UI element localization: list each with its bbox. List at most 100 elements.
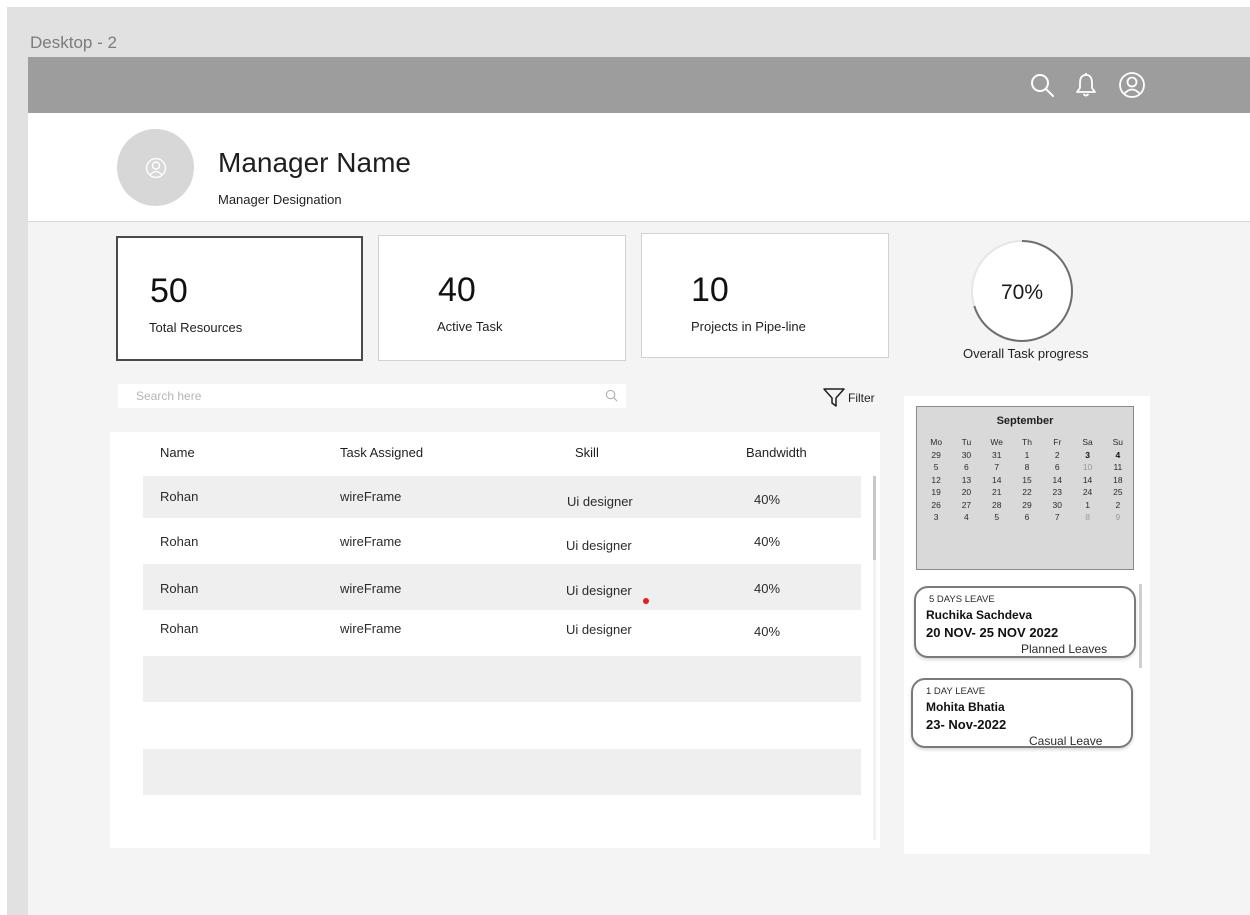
calendar-day[interactable]: 23 — [1042, 487, 1072, 499]
table-scrollbar-thumb[interactable] — [873, 476, 876, 560]
cell-skill: Ui designer — [566, 622, 632, 637]
search-bar — [118, 384, 626, 408]
progress-label: Overall Task progress — [963, 346, 1089, 361]
calendar-day[interactable]: 3 — [1072, 450, 1102, 462]
calendar-day[interactable]: 12 — [921, 475, 951, 487]
search-icon[interactable] — [605, 389, 618, 402]
weekday-label: Sa — [1082, 437, 1093, 447]
calendar-day[interactable]: 11 — [1103, 462, 1133, 474]
weekday-label: Th — [1022, 437, 1032, 447]
progress-value: 70% — [1001, 281, 1043, 304]
cell-name: Rohan — [160, 534, 199, 549]
calendar-day[interactable]: 6 — [1042, 462, 1072, 474]
calendar-day[interactable]: 6 — [1012, 512, 1042, 524]
calendar-day[interactable]: 20 — [951, 487, 981, 499]
header-name: Name — [160, 445, 195, 460]
calendar-day[interactable]: 27 — [951, 500, 981, 512]
calendar-day[interactable]: 1 — [1072, 500, 1102, 512]
leave-type: 1 DAY LEAVE — [926, 686, 986, 697]
avatar[interactable] — [117, 129, 194, 206]
calendar-day[interactable]: 24 — [1072, 487, 1102, 499]
cell-skill: Ui designer — [566, 538, 632, 553]
stat-card-total-resources[interactable]: 50 Total Resources — [116, 236, 363, 361]
calendar-day[interactable]: 2 — [1103, 500, 1133, 512]
calendar-day[interactable]: 8 — [1012, 462, 1042, 474]
filter-label: Filter — [848, 391, 875, 405]
cell-name: Rohan — [160, 489, 199, 504]
calendar-day[interactable]: 29 — [921, 450, 951, 462]
calendar-day[interactable]: 22 — [1012, 487, 1042, 499]
filter-button[interactable]: Filter — [823, 388, 875, 408]
cell-skill: Ui designer — [566, 583, 632, 598]
stat-label: Total Resources — [149, 320, 243, 335]
calendar-day[interactable]: 13 — [951, 475, 981, 487]
filter-icon — [823, 388, 845, 407]
leave-dates: 23- Nov-2022 — [926, 717, 1007, 732]
stat-value: 50 — [150, 272, 188, 310]
cell-task: wireFrame — [340, 621, 402, 636]
stat-value: 10 — [691, 271, 729, 309]
leave-dates: 20 NOV- 25 NOV 2022 — [926, 625, 1059, 640]
calendar-day[interactable]: 2 — [1042, 450, 1072, 462]
weekday-label: Mo — [930, 437, 943, 447]
calendar-day[interactable]: 14 — [1042, 475, 1072, 487]
cell-bandwidth: 40% — [754, 534, 781, 549]
calendar-day[interactable]: 4 — [951, 512, 981, 524]
weekday-label: Fr — [1053, 437, 1062, 447]
leave-card[interactable]: 5 DAYS LEAVE Ruchika Sachdeva 20 NOV- 25… — [914, 586, 1136, 658]
user-icon[interactable] — [1116, 69, 1148, 101]
leave-type: 5 DAYS LEAVE — [929, 594, 995, 605]
stat-label: Projects in Pipe-line — [691, 319, 806, 334]
calendar-grid: Mo Tu We Th Fr Sa Su 29 30 31 1 2 3 4 5 … — [921, 437, 1133, 524]
calendar-day[interactable]: 31 — [982, 450, 1012, 462]
leave-list-scrollbar[interactable] — [1139, 584, 1142, 668]
cell-task: wireFrame — [340, 581, 402, 596]
calendar-day[interactable]: 7 — [1042, 512, 1072, 524]
task-progress-ring: 70% — [971, 240, 1073, 342]
stat-value: 40 — [438, 271, 476, 309]
calendar-day[interactable]: 5 — [982, 512, 1012, 524]
calendar-day[interactable]: 21 — [982, 487, 1012, 499]
calendar-day[interactable]: 30 — [951, 450, 981, 462]
header-skill: Skill — [575, 445, 599, 460]
table-row-empty — [143, 749, 861, 795]
calendar-month: September — [996, 415, 1054, 427]
calendar-day[interactable]: 26 — [921, 500, 951, 512]
calendar-day[interactable]: 15 — [1012, 475, 1042, 487]
calendar-day[interactable]: 6 — [951, 462, 981, 474]
calendar: September Mo Tu We Th Fr Sa Su 29 30 31 … — [916, 406, 1134, 570]
calendar-day[interactable]: 9 — [1103, 512, 1133, 524]
calendar-day[interactable]: 7 — [982, 462, 1012, 474]
stat-card-active-task[interactable]: 40 Active Task — [378, 235, 626, 361]
header-task-assigned: Task Assigned — [340, 445, 424, 460]
leave-category: Planned Leaves — [1021, 642, 1108, 656]
cell-task: wireFrame — [340, 534, 402, 549]
calendar-day[interactable]: 14 — [982, 475, 1012, 487]
calendar-day[interactable]: 4 — [1103, 450, 1133, 462]
calendar-day[interactable]: 29 — [1012, 500, 1042, 512]
calendar-day[interactable]: 19 — [921, 487, 951, 499]
frame-label: Desktop - 2 — [30, 33, 117, 52]
weekday-label: Su — [1112, 437, 1124, 447]
calendar-day[interactable]: 18 — [1103, 475, 1133, 487]
calendar-day[interactable]: 1 — [1012, 450, 1042, 462]
calendar-day[interactable]: 28 — [982, 500, 1012, 512]
calendar-day[interactable]: 5 — [921, 462, 951, 474]
leave-card[interactable]: 1 DAY LEAVE Mohita Bhatia 23- Nov-2022 C… — [911, 678, 1133, 748]
calendar-day[interactable]: 14 — [1072, 475, 1102, 487]
cell-bandwidth: 40% — [754, 581, 781, 596]
calendar-day[interactable]: 10 — [1072, 462, 1102, 474]
calendar-day[interactable]: 3 — [921, 512, 951, 524]
stat-card-projects-pipeline[interactable]: 10 Projects in Pipe-line — [641, 233, 889, 358]
cell-name: Rohan — [160, 581, 199, 596]
bell-icon[interactable] — [1070, 69, 1102, 101]
search-icon[interactable] — [1026, 69, 1058, 101]
leave-employee-name: Ruchika Sachdeva — [926, 608, 1033, 622]
manager-name: Manager Name — [218, 147, 411, 178]
search-input[interactable] — [118, 384, 626, 408]
calendar-day[interactable]: 8 — [1072, 512, 1102, 524]
weekday-label: We — [990, 437, 1003, 447]
calendar-day[interactable]: 30 — [1042, 500, 1072, 512]
cell-task: wireFrame — [340, 489, 402, 504]
calendar-day[interactable]: 25 — [1103, 487, 1133, 499]
